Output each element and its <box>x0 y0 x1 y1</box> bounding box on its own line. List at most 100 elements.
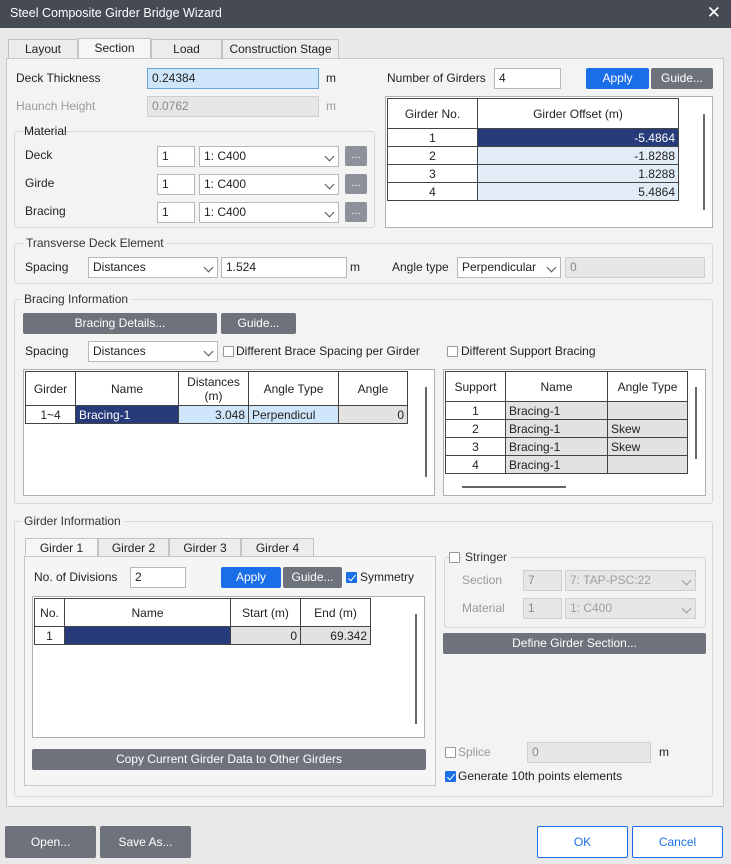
girder-no-cell[interactable]: 4 <box>387 182 478 201</box>
stringer-material-num[interactable]: 1 <box>523 598 562 619</box>
support-angle-type-cell[interactable] <box>607 455 688 474</box>
bracing-details-button[interactable]: Bracing Details... <box>23 313 217 334</box>
division-no-cell[interactable]: 1 <box>34 626 65 645</box>
girder-guide-button[interactable]: Guide... <box>283 567 342 588</box>
tab-section[interactable]: Section <box>78 38 151 59</box>
stringer-section-select[interactable]: 7: TAP-PSC:22 <box>565 570 696 591</box>
diff-brace-spacing-checkbox[interactable] <box>223 346 234 357</box>
girder-offset-cell[interactable]: 1.8288 <box>477 164 679 183</box>
support-angle-type-cell[interactable]: Skew <box>607 437 688 456</box>
girders-apply-button[interactable]: Apply <box>586 68 649 89</box>
material-girder-select[interactable]: 1: C400 <box>199 174 339 195</box>
tab-girder-3[interactable]: Girder 3 <box>169 538 241 557</box>
support-name-cell[interactable]: Bracing-1 <box>505 401 608 420</box>
division-name-cell[interactable] <box>64 626 231 645</box>
stringer-material-select[interactable]: 1: C400 <box>565 598 696 619</box>
material-bracing-num[interactable]: 1 <box>157 202 195 223</box>
material-girder-browse-button[interactable]: ... <box>345 174 367 194</box>
bracing-girder-cell[interactable]: 1~4 <box>25 405 76 424</box>
material-bracing-select[interactable]: 1: C400 <box>199 202 339 223</box>
tab-girder-4[interactable]: Girder 4 <box>241 538 314 557</box>
divisions-input[interactable]: 2 <box>130 567 186 588</box>
support-name-cell[interactable]: Bracing-1 <box>505 455 608 474</box>
division-start-cell[interactable]: 0 <box>230 626 301 645</box>
stringer-material-label: Material <box>462 601 505 615</box>
material-girder-select-value: 1: C400 <box>204 177 247 191</box>
material-deck-browse-button[interactable]: ... <box>345 146 367 166</box>
bracing-scrollbar[interactable] <box>425 387 427 477</box>
support-bracing-hscroll[interactable] <box>462 486 566 488</box>
support-cell[interactable]: 3 <box>445 437 506 456</box>
material-girder-num[interactable]: 1 <box>157 174 195 195</box>
material-girder-label: Girde <box>25 176 55 190</box>
bracing-distance-cell[interactable]: 3.048 <box>178 405 249 424</box>
support-cell[interactable]: 2 <box>445 419 506 438</box>
tab-girder-2[interactable]: Girder 2 <box>98 538 169 557</box>
symmetry-label: Symmetry <box>360 570 414 584</box>
support-name-cell[interactable]: Bracing-1 <box>505 419 608 438</box>
support-bracing-vscroll[interactable] <box>695 387 697 459</box>
girder-offset-cell[interactable]: -1.8288 <box>477 146 679 165</box>
number-of-girders-input[interactable]: 4 <box>494 68 561 89</box>
angle-type-select[interactable]: Perpendicular <box>457 257 561 278</box>
division-end-header: End (m) <box>300 598 371 627</box>
material-deck-select[interactable]: 1: C400 <box>199 146 339 167</box>
splice-label: Splice <box>458 745 491 759</box>
bracing-angle-type-cell[interactable]: Perpendicul <box>248 405 339 424</box>
material-deck-select-value: 1: C400 <box>204 149 247 163</box>
define-girder-section-button[interactable]: Define Girder Section... <box>443 633 706 654</box>
bracing-guide-button[interactable]: Guide... <box>221 313 296 334</box>
support-name-cell[interactable]: Bracing-1 <box>505 437 608 456</box>
material-bracing-select-value: 1: C400 <box>204 205 247 219</box>
bracing-angle-cell[interactable]: 0 <box>338 405 408 424</box>
girders-guide-button[interactable]: Guide... <box>651 68 713 89</box>
bracing-name-cell[interactable]: Bracing-1 <box>75 405 179 424</box>
transverse-spacing-input[interactable]: 1.524 <box>221 257 347 278</box>
girder-no-cell[interactable]: 1 <box>387 128 478 147</box>
tab-load[interactable]: Load <box>151 39 222 59</box>
tab-layout[interactable]: Layout <box>8 39 78 59</box>
tab-construction-stage[interactable]: Construction Stage <box>222 39 339 59</box>
girder-division-scrollbar[interactable] <box>415 614 417 724</box>
diff-support-bracing-checkbox[interactable] <box>447 346 458 357</box>
bracing-spacing-select-value: Distances <box>93 344 146 358</box>
material-deck-num[interactable]: 1 <box>157 146 195 167</box>
chevron-down-icon <box>203 262 214 273</box>
deck-thickness-input[interactable]: 0.24384 <box>147 68 319 89</box>
haunch-height-input[interactable]: 0.0762 <box>147 96 319 117</box>
copy-girder-data-button[interactable]: Copy Current Girder Data to Other Girder… <box>32 749 426 770</box>
division-no-header: No. <box>34 598 65 627</box>
girder-offset-cell[interactable]: 5.4864 <box>477 182 679 201</box>
diff-brace-spacing-label: Different Brace Spacing per Girder <box>236 344 420 358</box>
material-bracing-browse-button[interactable]: ... <box>345 202 367 222</box>
girder-no-cell[interactable]: 3 <box>387 164 478 183</box>
tab-girder-1[interactable]: Girder 1 <box>25 538 98 557</box>
support-header: Support <box>445 371 506 402</box>
angle-value-input[interactable]: 0 <box>565 257 705 278</box>
transverse-spacing-select[interactable]: Distances <box>88 257 218 278</box>
symmetry-checkbox[interactable] <box>346 572 357 583</box>
support-cell[interactable]: 1 <box>445 401 506 420</box>
support-angle-type-cell[interactable]: Skew <box>607 419 688 438</box>
support-cell[interactable]: 4 <box>445 455 506 474</box>
cancel-button[interactable]: Cancel <box>632 826 723 858</box>
haunch-height-label: Haunch Height <box>16 99 96 113</box>
close-icon[interactable]: ✕ <box>707 3 721 23</box>
division-end-cell[interactable]: 69.342 <box>300 626 371 645</box>
ok-button[interactable]: OK <box>537 826 628 858</box>
girder-offset-scrollbar[interactable] <box>703 114 705 210</box>
bracing-spacing-select[interactable]: Distances <box>88 341 218 362</box>
open-button[interactable]: Open... <box>5 826 96 858</box>
girder-offset-cell[interactable]: -5.4864 <box>477 128 679 147</box>
stringer-section-num[interactable]: 7 <box>523 570 562 591</box>
generate-10th-points-checkbox[interactable] <box>445 771 456 782</box>
splice-checkbox[interactable] <box>445 747 456 758</box>
girder-no-cell[interactable]: 2 <box>387 146 478 165</box>
stringer-checkbox[interactable] <box>449 552 460 563</box>
material-bracing-label: Bracing <box>25 204 66 218</box>
save-as-button[interactable]: Save As... <box>100 826 191 858</box>
splice-input[interactable]: 0 <box>527 742 651 763</box>
support-angle-type-cell[interactable] <box>607 401 688 420</box>
support-angle-type-header: Angle Type <box>607 371 688 402</box>
girder-apply-button[interactable]: Apply <box>221 567 281 588</box>
